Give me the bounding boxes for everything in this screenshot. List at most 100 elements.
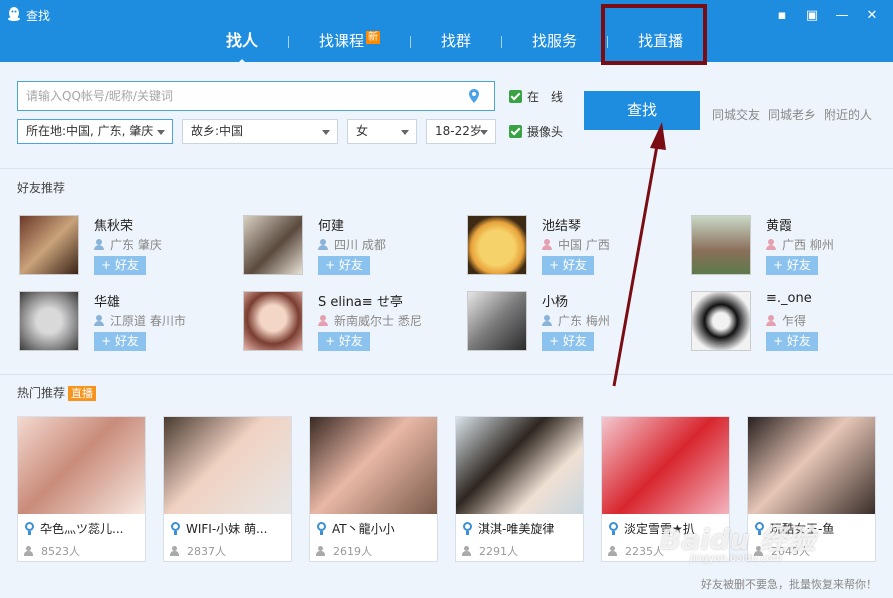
live-card[interactable]: 卆色灬ツ蕊儿... 8523人	[17, 416, 146, 562]
link-nearby-people[interactable]: 附近的人	[824, 106, 872, 123]
live-card[interactable]: 淇淇-唯美旋律 2291人	[455, 416, 584, 562]
tab-find-people[interactable]: 找人	[196, 26, 288, 66]
tab-find-services[interactable]: 找服务	[502, 26, 607, 58]
search-input[interactable]	[18, 82, 458, 110]
friend-name[interactable]: 何建	[318, 215, 344, 234]
friend-name[interactable]: 小杨	[542, 291, 568, 310]
friend-name[interactable]: 黄霞	[766, 215, 792, 234]
viewers-icon	[608, 546, 620, 556]
skin-icon[interactable]: ▣	[801, 6, 823, 24]
friend-location-text: 新南威尔士 悉尼	[334, 314, 422, 328]
avatar[interactable]	[243, 291, 303, 351]
avatar[interactable]	[467, 291, 527, 351]
friend-card[interactable]: 黄霞 广西 柳州 + 好友	[691, 215, 891, 277]
friend-location: 中国 广西	[542, 236, 610, 253]
tab-find-courses[interactable]: 找课程新	[289, 26, 410, 58]
live-title-text: WIFI-小妹 萌...	[186, 522, 268, 536]
live-host-icon	[170, 522, 181, 535]
friend-card[interactable]: 小杨 广东 梅州 + 好友	[467, 291, 667, 353]
camera-checkbox[interactable]: 摄像头	[509, 123, 563, 140]
friend-card[interactable]: ≡._one 乍得 + 好友	[691, 291, 891, 353]
gender-select[interactable]: 女	[347, 119, 417, 144]
live-viewers: 2291人	[462, 543, 518, 559]
live-title[interactable]: 淇淇-唯美旋律	[462, 520, 582, 537]
add-friend-button[interactable]: + 好友	[766, 256, 818, 275]
friend-card[interactable]: 华雄 江原道 春川市 + 好友	[19, 291, 219, 353]
add-friend-button[interactable]: + 好友	[318, 332, 370, 351]
avatar[interactable]	[19, 291, 79, 351]
watermark-url: jingyan.baidu.com	[690, 553, 783, 564]
live-title[interactable]: WIFI-小妹 萌...	[170, 520, 290, 537]
friend-location-text: 四川 成都	[334, 238, 386, 252]
live-title[interactable]: AT丶龍小小	[316, 520, 436, 537]
live-viewers: 2837人	[170, 543, 226, 559]
find-button[interactable]: 查找	[584, 91, 700, 130]
live-host-icon	[24, 522, 35, 535]
friend-location: 广东 肇庆	[94, 236, 162, 253]
feedback-icon[interactable]: ▪	[771, 6, 793, 24]
hot-section-title: 热门推荐 直播	[17, 384, 97, 401]
friend-location-text: 中国 广西	[558, 238, 610, 252]
checkbox-checked-icon[interactable]	[509, 125, 522, 138]
search-panel: 所在地:中国, 广东, 肇庆 故乡:中国 女 18-22岁 在 线 摄像头 查找…	[0, 62, 893, 168]
link-hometown-friends[interactable]: 同城老乡	[768, 106, 816, 123]
tab-find-groups[interactable]: 找群	[411, 26, 501, 58]
add-friend-button[interactable]: + 好友	[94, 256, 146, 275]
live-title-text: 卆色灬ツ蕊儿...	[40, 522, 124, 536]
friend-location: 四川 成都	[318, 236, 386, 253]
friend-location-text: 广西 柳州	[782, 238, 834, 252]
friend-name[interactable]: 焦秋荣	[94, 215, 133, 234]
friend-location: 江原道 春川市	[94, 312, 186, 329]
live-thumbnail[interactable]	[456, 417, 583, 514]
close-icon[interactable]: ✕	[861, 6, 883, 24]
live-thumbnail[interactable]	[748, 417, 875, 514]
avatar[interactable]	[691, 215, 751, 275]
friend-card[interactable]: 何建 四川 成都 + 好友	[243, 215, 443, 277]
location-select[interactable]: 所在地:中国, 广东, 肇庆	[17, 119, 173, 144]
live-thumbnail[interactable]	[310, 417, 437, 514]
hot-section-label: 热门推荐	[17, 386, 66, 400]
friend-card[interactable]: 池结琴 中国 广西 + 好友	[467, 215, 667, 277]
viewers-icon	[24, 546, 36, 556]
search-input-box[interactable]	[17, 81, 495, 111]
live-viewers-text: 2291人	[479, 545, 518, 558]
add-friend-button[interactable]: + 好友	[318, 256, 370, 275]
hometown-select[interactable]: 故乡:中国	[182, 119, 338, 144]
add-friend-button[interactable]: + 好友	[94, 332, 146, 351]
avatar[interactable]	[467, 215, 527, 275]
location-pin-icon[interactable]	[468, 89, 480, 103]
age-select[interactable]: 18-22岁	[426, 119, 496, 144]
friend-name[interactable]: ≡._one	[766, 291, 812, 306]
avatar[interactable]	[243, 215, 303, 275]
friend-location-text: 江原道 春川市	[110, 314, 186, 328]
minimize-icon[interactable]: —	[831, 6, 853, 24]
title-bar: 查找 找人 找课程新 找群 找服务 找直播 ▪ ▣ — ✕	[0, 0, 893, 66]
live-viewers: 8523人	[24, 543, 80, 559]
add-friend-button[interactable]: + 好友	[542, 332, 594, 351]
live-badge: 直播	[68, 386, 97, 401]
live-thumbnail[interactable]	[602, 417, 729, 514]
friend-location: 广东 梅州	[542, 312, 610, 329]
friend-name[interactable]: 华雄	[94, 291, 120, 310]
checkbox-checked-icon[interactable]	[509, 90, 522, 103]
female-person-icon	[542, 239, 552, 250]
online-checkbox[interactable]: 在 线	[509, 88, 563, 105]
avatar[interactable]	[19, 215, 79, 275]
add-friend-button[interactable]: + 好友	[542, 256, 594, 275]
live-thumbnail[interactable]	[18, 417, 145, 514]
friend-card[interactable]: 焦秋荣 广东 肇庆 + 好友	[19, 215, 219, 277]
chevron-down-icon	[157, 130, 165, 135]
friend-name[interactable]: S elina≡ せ亭	[318, 291, 403, 310]
link-local-friends[interactable]: 同城交友	[712, 106, 760, 123]
age-select-value: 18-22岁	[435, 124, 482, 138]
friend-card[interactable]: S elina≡ せ亭 新南威尔士 悉尼 + 好友	[243, 291, 443, 353]
live-card[interactable]: WIFI-小妹 萌... 2837人	[163, 416, 292, 562]
live-card[interactable]: AT丶龍小小 2619人	[309, 416, 438, 562]
live-title[interactable]: 卆色灬ツ蕊儿...	[24, 520, 144, 537]
avatar[interactable]	[691, 291, 751, 351]
add-friend-button[interactable]: + 好友	[766, 332, 818, 351]
friend-name[interactable]: 池结琴	[542, 215, 581, 234]
viewers-icon	[462, 546, 474, 556]
annotation-highlight-box	[601, 4, 707, 65]
live-thumbnail[interactable]	[164, 417, 291, 514]
